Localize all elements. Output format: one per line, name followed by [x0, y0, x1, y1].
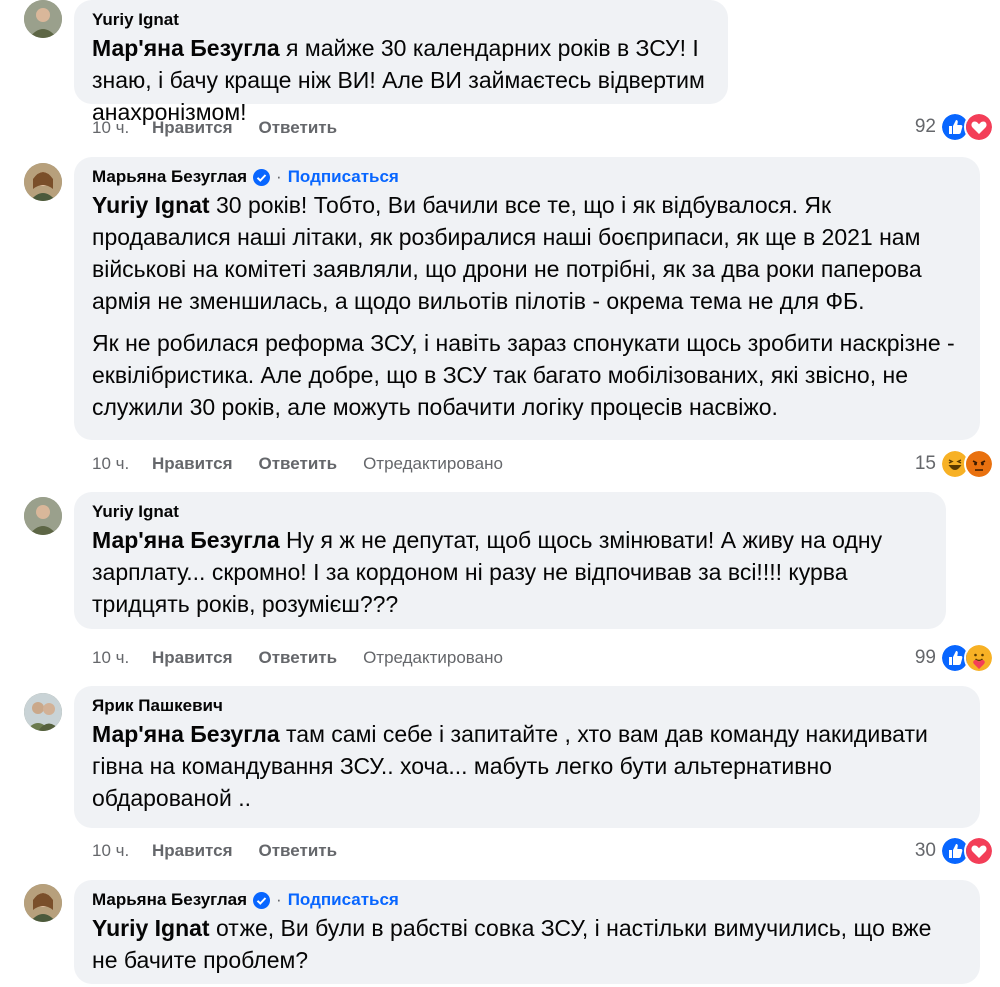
comment-body: 30 років! Тобто, Ви бачили все те, що і … — [92, 192, 922, 314]
comment-time[interactable]: 10 ч. — [92, 647, 152, 669]
comment-text: Мар'яна Безугла там самі себе і запитайт… — [92, 718, 962, 814]
subscribe-button[interactable]: Подписаться — [288, 165, 399, 189]
reactions-summary[interactable]: 30 — [915, 836, 994, 866]
like-button[interactable]: Нравится — [152, 840, 233, 862]
comment-actions: 10 ч. Нравится Ответить Отредактировано — [92, 647, 503, 669]
mention-link[interactable]: Yuriy Ignat — [92, 915, 210, 941]
care-icon — [964, 643, 994, 673]
comment-bubble: Yuriy Ignat Мар'яна Безугла я майже 30 к… — [74, 0, 728, 125]
comment-author[interactable]: Ярик Пашкевич — [92, 694, 223, 718]
like-button[interactable]: Нравится — [152, 117, 233, 139]
like-button[interactable]: Нравится — [152, 647, 233, 669]
reply-button[interactable]: Ответить — [259, 647, 338, 669]
comment-text: Мар'яна Безугла Ну я ж не депутат, щоб щ… — [92, 524, 928, 620]
reactions-summary[interactable]: 15 — [915, 449, 994, 479]
love-icon — [964, 112, 994, 142]
angry-icon — [964, 449, 994, 479]
edited-label[interactable]: Отредактировано — [363, 453, 503, 475]
comment-time[interactable]: 10 ч. — [92, 117, 152, 139]
comment-author[interactable]: Yuriy Ignat — [92, 500, 179, 524]
comment-text: Yuriy Ignat 30 років! Тобто, Ви бачили в… — [92, 189, 962, 423]
reaction-count: 15 — [914, 453, 936, 474]
comment-bubble: Марьяна Безуглая · Подписаться Yuriy Ign… — [74, 880, 980, 984]
reactions-summary[interactable]: 92 — [915, 112, 994, 142]
comment-time[interactable]: 10 ч. — [92, 840, 152, 862]
avatar[interactable] — [24, 0, 62, 38]
comment-author[interactable]: Марьяна Безуглая — [92, 165, 247, 189]
comment-actions: 10 ч. Нравится Ответить Отредактировано — [92, 453, 503, 475]
comment-author[interactable]: Yuriy Ignat — [92, 8, 179, 32]
reply-button[interactable]: Ответить — [259, 840, 338, 862]
comment-actions: 10 ч. Нравится Ответить — [92, 840, 363, 862]
verified-badge-icon — [253, 891, 271, 909]
reactions-summary[interactable]: 99 — [915, 643, 994, 673]
mention-link[interactable]: Мар'яна Безугла — [92, 35, 280, 61]
comment-body: отже, Ви були в рабстві совка ЗСУ, і нас… — [92, 915, 932, 973]
comment-body: Як не робилася реформа ЗСУ, і навіть зар… — [92, 330, 955, 420]
separator-dot: · — [276, 890, 282, 909]
comment-text: Мар'яна Безугла я майже 30 календарних р… — [92, 32, 710, 128]
mention-link[interactable]: Мар'яна Безугла — [92, 527, 280, 553]
verified-badge-icon — [253, 168, 271, 186]
comment-bubble: Марьяна Безуглая · Подписаться Yuriy Ign… — [74, 157, 980, 440]
avatar[interactable] — [24, 497, 62, 535]
avatar[interactable] — [24, 163, 62, 201]
reply-button[interactable]: Ответить — [259, 453, 338, 475]
edited-label[interactable]: Отредактировано — [363, 647, 503, 669]
avatar[interactable] — [24, 693, 62, 731]
reaction-count: 99 — [914, 647, 936, 668]
separator-dot: · — [276, 167, 282, 186]
subscribe-button[interactable]: Подписаться — [288, 888, 399, 912]
comment-bubble: Yuriy Ignat Мар'яна Безугла Ну я ж не де… — [74, 492, 946, 629]
comment-actions: 10 ч. Нравится Ответить — [92, 117, 363, 139]
love-icon — [964, 836, 994, 866]
comment-bubble: Ярик Пашкевич Мар'яна Безугла там самі с… — [74, 686, 980, 828]
mention-link[interactable]: Мар'яна Безугла — [92, 721, 280, 747]
avatar[interactable] — [24, 884, 62, 922]
reaction-count: 92 — [914, 116, 936, 137]
comment-author[interactable]: Марьяна Безуглая — [92, 888, 247, 912]
comment-text: Yuriy Ignat отже, Ви були в рабстві совк… — [92, 912, 962, 976]
like-button[interactable]: Нравится — [152, 453, 233, 475]
reply-button[interactable]: Ответить — [259, 117, 338, 139]
comment-time[interactable]: 10 ч. — [92, 453, 152, 475]
mention-link[interactable]: Yuriy Ignat — [92, 192, 210, 218]
reaction-count: 30 — [914, 840, 936, 861]
